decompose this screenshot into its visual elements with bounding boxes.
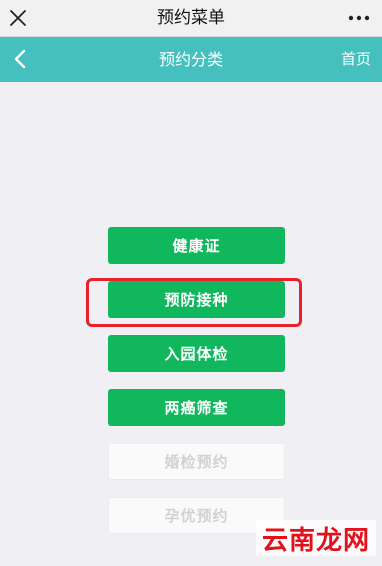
watermark-logo: 云南龙网 bbox=[255, 520, 376, 556]
menu-item-vaccination[interactable]: 预防接种 bbox=[108, 281, 285, 318]
menu-item-premarital-checkup: 婚检预约 bbox=[108, 443, 285, 480]
window-title-bar: 预约菜单 bbox=[0, 0, 382, 37]
nav-bar: 预约分类 首页 bbox=[0, 37, 382, 82]
window-title: 预约菜单 bbox=[157, 8, 225, 28]
menu-item-kindergarten-checkup[interactable]: 入园体检 bbox=[108, 335, 285, 372]
menu-item-cancer-screening[interactable]: 两癌筛查 bbox=[108, 389, 285, 426]
menu-item-health-certificate[interactable]: 健康证 bbox=[108, 227, 285, 264]
home-link[interactable]: 首页 bbox=[341, 37, 371, 82]
more-button[interactable] bbox=[342, 4, 376, 32]
watermark-text: 云南龙网 bbox=[261, 525, 370, 556]
page-title: 预约分类 bbox=[158, 50, 223, 69]
more-icon bbox=[348, 15, 370, 21]
